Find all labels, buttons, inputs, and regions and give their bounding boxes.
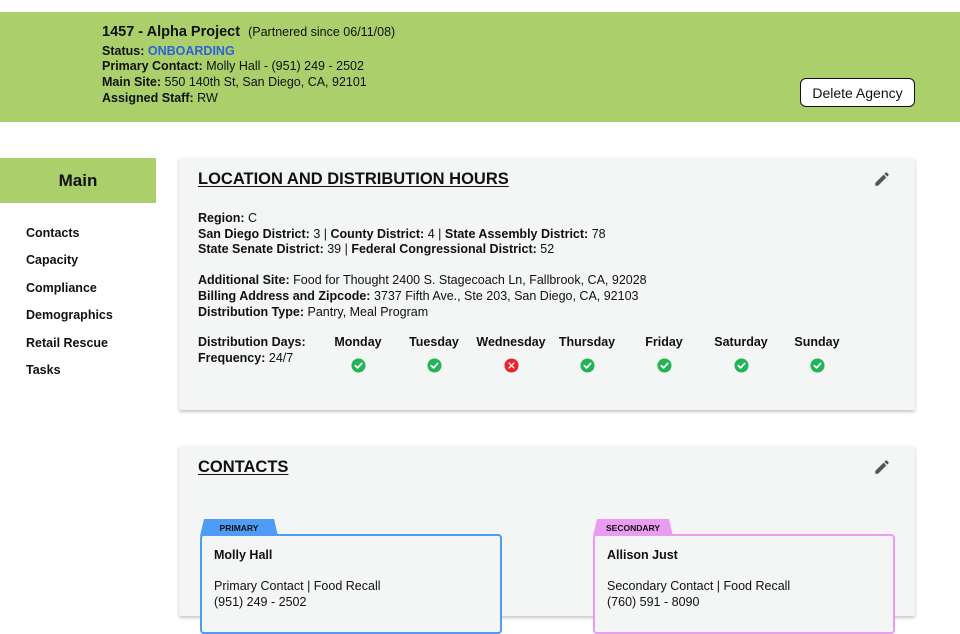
assigned-staff-value: RW — [197, 90, 218, 105]
sd-district-label: San Diego District: — [198, 226, 310, 241]
contact-tag-secondary: SECONDARY — [593, 519, 673, 536]
contacts-title: CONTACTS — [198, 458, 289, 476]
senate-district-value: 39 — [327, 242, 342, 257]
partnered-since: (Partnered since 06/11/08) — [248, 25, 396, 39]
day-label: Sunday — [794, 335, 840, 349]
billing-row: Billing Address and Zipcode: 3737 Fifth … — [198, 289, 647, 305]
contact-role: Primary Contact | Food Recall (951) 249 … — [214, 579, 381, 610]
contact-role-text: Secondary Contact | Food Recall — [607, 579, 791, 593]
contact-name: Molly Hall — [214, 548, 273, 562]
primary-contact-label: Primary Contact: — [102, 59, 203, 74]
day-saturday: Saturday — [701, 335, 781, 373]
sd-district-value: 3 — [313, 226, 321, 241]
day-label: Tuesday — [409, 335, 459, 349]
pencil-icon[interactable] — [873, 458, 891, 476]
day-thursday: Thursday — [547, 335, 627, 373]
status-badge: ONBOARDING — [147, 43, 235, 58]
contact-card-secondary[interactable]: SECONDARY Allison Just Secondary Contact… — [593, 534, 895, 634]
sidebar-item-capacity[interactable]: Capacity — [26, 253, 113, 280]
districts-row-1: San Diego District: 3 | County District:… — [198, 226, 606, 241]
sidebar-nav: Contacts Capacity Compliance Demographic… — [26, 226, 113, 390]
senate-district-label: State Senate District: — [198, 242, 324, 257]
delete-agency-button[interactable]: Delete Agency — [800, 78, 915, 107]
primary-contact-value: Molly Hall - (951) 249 - 2502 — [206, 59, 364, 74]
location-title: LOCATION AND DISTRIBUTION HOURS — [198, 170, 509, 188]
status-label: Status: — [102, 43, 145, 58]
sidebar-item-compliance[interactable]: Compliance — [26, 281, 113, 308]
check-circle-icon — [733, 358, 749, 373]
frequency-value: 24/7 — [268, 350, 294, 365]
check-circle-icon — [809, 358, 825, 373]
region-row: Region: C — [198, 211, 647, 227]
region-label: Region: — [198, 211, 245, 225]
county-district-label: County District: — [330, 226, 425, 241]
location-card: LOCATION AND DISTRIBUTION HOURS Region: … — [179, 158, 915, 410]
status-row: Status: ONBOARDING — [102, 44, 395, 60]
location-details: Region: C San Diego District: 3 | County… — [198, 211, 647, 320]
main-site-row: Main Site: 550 140th St, San Diego, CA, … — [102, 75, 395, 91]
pencil-icon[interactable] — [873, 170, 891, 188]
assembly-district-label: State Assembly District: — [444, 226, 589, 241]
check-circle-icon — [350, 358, 366, 373]
check-circle-icon — [426, 358, 442, 373]
assembly-district-value: 78 — [591, 226, 606, 241]
day-label: Wednesday — [476, 335, 546, 349]
sidebar-item-main[interactable]: Main — [0, 158, 156, 203]
region-value: C — [248, 211, 258, 225]
distribution-type-label: Distribution Type: — [198, 304, 305, 319]
check-circle-icon — [656, 358, 672, 373]
billing-label: Billing Address and Zipcode: — [198, 288, 371, 303]
frequency-label: Frequency: — [198, 350, 266, 365]
county-district-value: 4 — [427, 226, 435, 241]
day-label: Thursday — [558, 335, 616, 349]
additional-site-label: Additional Site: — [198, 273, 290, 288]
additional-site-value: Food for Thought 2400 S. Stagecoach Ln, … — [293, 273, 647, 288]
sidebar-item-contacts[interactable]: Contacts — [26, 226, 113, 253]
day-label: Monday — [334, 335, 382, 349]
assigned-staff-label: Assigned Staff: — [102, 90, 194, 105]
main-site-value: 550 140th St, San Diego, CA, 92101 — [164, 75, 367, 90]
agency-title: 1457 - Alpha Project (Partnered since 06… — [102, 24, 396, 41]
frequency-row: Frequency: 24/7 — [198, 351, 306, 367]
distribution-type-value: Pantry, Meal Program — [307, 304, 429, 319]
agency-name: 1457 - Alpha Project — [102, 24, 241, 40]
distribution-type-row: Distribution Type: Pantry, Meal Program — [198, 305, 647, 321]
distribution-days-label: Distribution Days: — [198, 335, 306, 349]
districts-row-2: State Senate District: 39 | Federal Cong… — [198, 242, 555, 257]
day-wednesday: Wednesday — [471, 335, 551, 373]
contact-card-primary[interactable]: PRIMARY Molly Hall Primary Contact | Foo… — [200, 534, 502, 634]
day-label: Saturday — [714, 335, 768, 349]
contacts-card: CONTACTS PRIMARY Molly Hall Primary Cont… — [179, 446, 915, 634]
additional-site-row: Additional Site: Food for Thought 2400 S… — [198, 273, 647, 289]
day-sunday: Sunday — [777, 335, 857, 373]
day-tuesday: Tuesday — [394, 335, 474, 373]
primary-contact-row: Primary Contact: Molly Hall - (951) 249 … — [102, 59, 395, 75]
agency-info: 1457 - Alpha Project (Partnered since 06… — [102, 24, 396, 107]
x-circle-icon — [503, 358, 519, 373]
sidebar-item-tasks[interactable]: Tasks — [26, 363, 113, 390]
assigned-staff-row: Assigned Staff: RW — [102, 91, 395, 107]
distribution-labels: Distribution Days: Frequency: 24/7 — [198, 335, 306, 366]
day-label: Friday — [645, 335, 683, 349]
sidebar-item-demographics[interactable]: Demographics — [26, 308, 113, 335]
congressional-district-label: Federal Congressional District: — [351, 242, 537, 257]
contact-tag-primary: PRIMARY — [200, 519, 278, 536]
congressional-district-value: 52 — [540, 242, 555, 257]
contact-role-text: Primary Contact | Food Recall — [214, 579, 381, 593]
contact-phone: (951) 249 - 2502 — [214, 594, 307, 609]
billing-value: 3737 Fifth Ave., Ste 203, San Diego, CA,… — [373, 288, 639, 303]
day-friday: Friday — [624, 335, 704, 373]
sidebar-item-retail-rescue[interactable]: Retail Rescue — [26, 336, 113, 363]
agency-header: 1457 - Alpha Project (Partnered since 06… — [0, 12, 960, 122]
day-monday: Monday — [318, 335, 398, 373]
contact-phone: (760) 591 - 8090 — [607, 594, 700, 609]
main-site-label: Main Site: — [102, 75, 162, 90]
contact-name: Allison Just — [607, 548, 678, 562]
contact-role: Secondary Contact | Food Recall (760) 59… — [607, 579, 790, 610]
check-circle-icon — [579, 358, 595, 373]
